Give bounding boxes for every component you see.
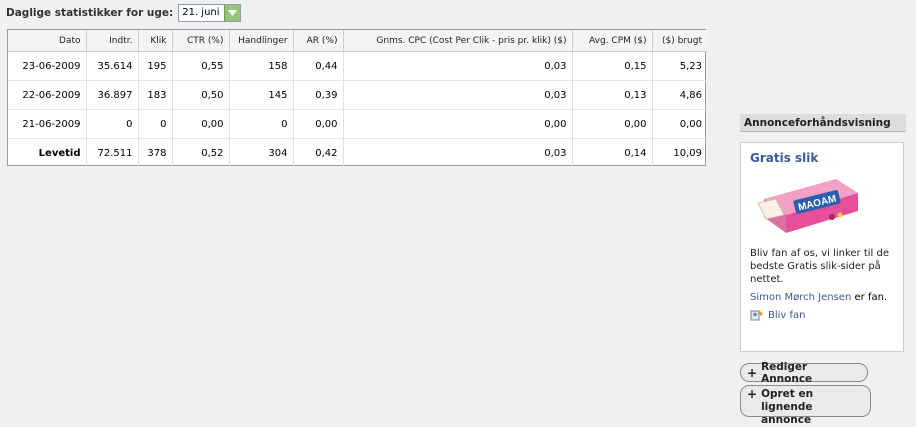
col-header-cpm[interactable]: Avg. CPM ($) <box>572 30 653 52</box>
cell-impressions: 72.511 <box>86 138 139 167</box>
create-similar-ad-button[interactable]: + Opret en lignende annonce <box>740 385 871 426</box>
cell-actions: 304 <box>229 138 294 167</box>
cell-cpc: 0,03 <box>343 80 573 110</box>
cell-ctr: 0,00 <box>172 109 230 139</box>
cell-spent: 5,23 <box>652 51 707 81</box>
col-header-indtr[interactable]: Indtr. <box>86 30 139 52</box>
cell-cpc: 0,03 <box>343 51 573 81</box>
plus-icon: + <box>747 387 758 401</box>
col-header-cpc[interactable]: Gnms. CPC (Cost Per Clik - pris pr. klik… <box>343 30 573 52</box>
social-friend-link[interactable]: Simon Mørch Jensen <box>750 292 851 303</box>
ad-headline[interactable]: Gratis slik <box>750 151 894 165</box>
cell-ar: 0,00 <box>293 109 344 139</box>
table-header-row: Dato Indtr. Klik CTR (%) Handlinger AR (… <box>8 30 707 52</box>
cell-cpm: 0,14 <box>572 138 653 167</box>
cell-actions: 145 <box>229 80 294 110</box>
daily-stats-table: Dato Indtr. Klik CTR (%) Handlinger AR (… <box>7 29 707 167</box>
cell-spent: 10,09 <box>673 147 702 159</box>
col-header-handlinger[interactable]: Handlinger <box>229 30 294 52</box>
cell-clicks: 378 <box>138 138 173 167</box>
edit-ad-button[interactable]: + Rediger Annonce <box>740 360 868 385</box>
week-dropdown[interactable]: 21. juni <box>178 4 241 22</box>
cell-date: 21-06-2009 <box>8 109 87 139</box>
col-header-dato[interactable]: Dato <box>8 30 87 52</box>
cell-ctr: 0,50 <box>172 80 230 110</box>
cell-impressions: 0 <box>86 109 139 139</box>
cell-actions: 158 <box>229 51 294 81</box>
col-header-klik[interactable]: Klik <box>138 30 173 52</box>
cell-date: 22-06-2009 <box>8 80 87 110</box>
ad-social-context: Simon Mørch Jensen er fan. <box>750 291 894 304</box>
social-suffix: er fan. <box>851 292 888 303</box>
cell-total-label: Levetid <box>8 138 87 167</box>
cell-actions: 0 <box>229 109 294 139</box>
cell-ctr: 0,52 <box>172 138 230 167</box>
ad-preview-title: Annonceforhåndsvisning <box>740 114 906 132</box>
cell-ar: 0,42 <box>293 138 344 167</box>
become-fan-link[interactable]: Bliv fan <box>750 308 894 322</box>
col-header-spent[interactable]: ($) brugt <box>652 30 707 52</box>
create-similar-label: Opret en lignende annonce <box>761 388 814 426</box>
cell-impressions: 36.897 <box>86 80 139 110</box>
cell-cpm: 0,00 <box>572 109 653 139</box>
table-row: 22-06-2009 36.897 183 0,50 145 0,39 0,03… <box>8 80 707 110</box>
ad-preview-card: Gratis slik MAOAM Bliv fan af os, vi lin… <box>740 142 904 352</box>
edit-ad-label: Rediger Annonce <box>761 360 813 385</box>
cell-cpc: 0,00 <box>343 109 573 139</box>
cell-clicks: 183 <box>138 80 173 110</box>
cell-date: 23-06-2009 <box>8 51 87 81</box>
week-selector-row: Daglige statistikker for uge: 21. juni <box>6 4 241 22</box>
col-header-ctr[interactable]: CTR (%) <box>172 30 230 52</box>
cell-impressions: 35.614 <box>86 51 139 81</box>
week-label: Daglige statistikker for uge: <box>6 7 174 19</box>
cell-cpm: 0,13 <box>572 80 653 110</box>
cell-spent: 4,86 <box>652 80 707 110</box>
become-fan-label: Bliv fan <box>768 309 806 321</box>
cell-cpm: 0,15 <box>572 51 653 81</box>
cell-ar: 0,39 <box>293 80 344 110</box>
week-dropdown-value: 21. juni <box>182 7 220 18</box>
table-row: 21-06-2009 0 0 0,00 0 0,00 0,00 0,00 0,0… <box>8 109 707 139</box>
cell-ar: 0,44 <box>293 51 344 81</box>
ad-image[interactable]: MAOAM <box>754 171 864 241</box>
table-row: 23-06-2009 35.614 195 0,55 158 0,44 0,03… <box>8 51 707 81</box>
plus-icon: + <box>747 365 758 380</box>
col-header-ar[interactable]: AR (%) <box>293 30 344 52</box>
fan-icon <box>750 308 764 322</box>
chevron-down-icon[interactable] <box>223 5 240 21</box>
cell-cpc: 0,03 <box>343 138 573 167</box>
cell-spent: 0,00 <box>652 109 707 139</box>
ad-body-text: Bliv fan af os, vi linker til de bedste … <box>750 248 889 285</box>
cell-ctr: 0,55 <box>172 51 230 81</box>
table-total-row: Levetid 72.511 378 0,52 304 0,42 0,03 0,… <box>8 138 707 167</box>
cell-clicks: 0 <box>138 109 173 139</box>
cell-clicks: 195 <box>138 51 173 81</box>
